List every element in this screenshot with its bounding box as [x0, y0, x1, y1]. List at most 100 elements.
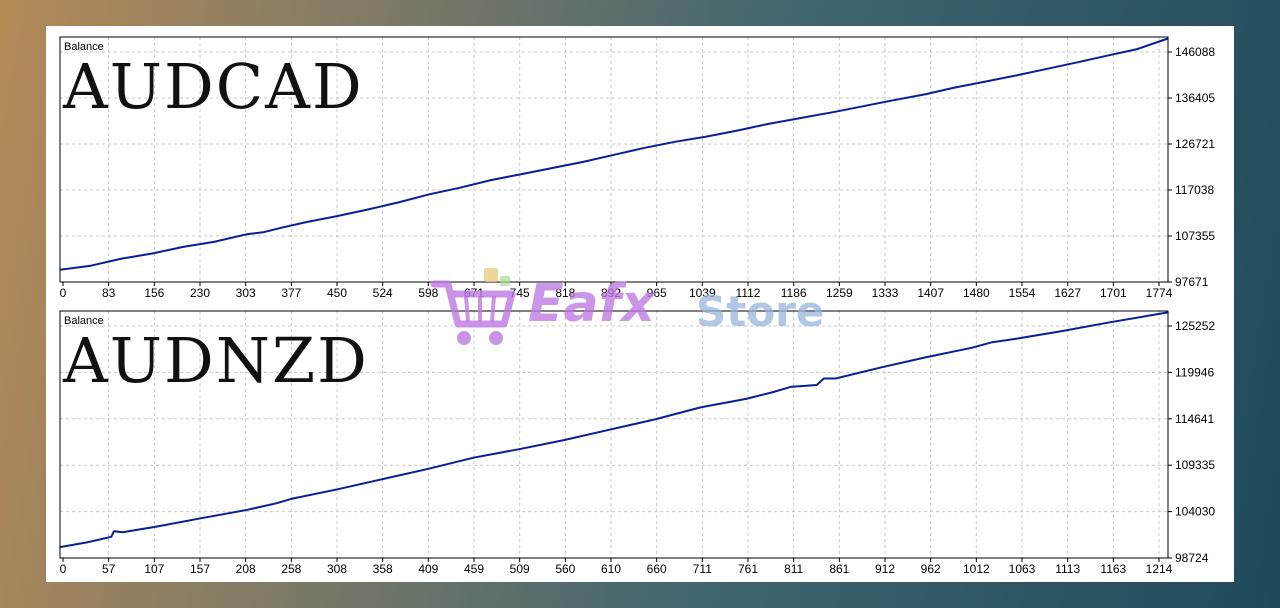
x-tick-label: 459 — [464, 562, 484, 576]
x-tick-label: 965 — [647, 286, 667, 300]
data-point — [767, 123, 769, 125]
y-tick-label: 126721 — [1175, 137, 1215, 151]
x-tick-label: 861 — [829, 562, 849, 576]
data-point — [280, 226, 283, 229]
data-point — [336, 488, 339, 491]
x-tick-label: 1186 — [781, 286, 807, 300]
x-tick-label: 230 — [190, 286, 210, 300]
data-point — [582, 161, 584, 163]
x-tick-label: 450 — [327, 286, 347, 300]
x-tick-label: 358 — [373, 562, 393, 576]
x-tick-label: 811 — [784, 562, 803, 576]
x-tick-label: 1701 — [1100, 286, 1127, 300]
data-point — [951, 87, 954, 89]
data-point — [770, 391, 773, 394]
x-tick-label: 610 — [601, 562, 621, 576]
data-point — [336, 215, 338, 217]
data-point — [246, 509, 249, 511]
x-tick-label: 1112 — [736, 286, 761, 300]
data-point — [1106, 54, 1108, 57]
data-point — [880, 366, 883, 369]
x-tick-label: 892 — [601, 286, 621, 300]
data-point — [1167, 37, 1169, 40]
x-tick-label: 57 — [102, 562, 116, 576]
x-tick-label: 912 — [875, 562, 895, 576]
data-point — [563, 439, 566, 441]
data-point — [275, 502, 277, 505]
data-point — [381, 478, 384, 480]
data-point — [1044, 68, 1046, 71]
data-point — [859, 106, 861, 108]
data-point — [834, 111, 836, 113]
pair-title: AUDCAD — [62, 50, 364, 123]
data-point — [520, 173, 523, 175]
x-tick-label: 509 — [510, 562, 530, 576]
x-tick-label: 1407 — [917, 286, 944, 300]
y-tick-label: 146088 — [1175, 45, 1215, 59]
x-tick-label: 156 — [144, 286, 164, 300]
data-point — [736, 129, 738, 132]
y-tick-label: 136405 — [1175, 91, 1215, 105]
data-point — [925, 93, 927, 95]
x-tick-label: 377 — [281, 286, 301, 300]
data-point — [797, 117, 800, 120]
audnzd-balance-chart: 0 57 107 157 208 258 308 358 409 459 509 560 610 660 7… — [59, 310, 1215, 576]
data-point — [925, 356, 928, 358]
y-tick-label: 125252 — [1175, 319, 1215, 333]
x-tick-label: 1113 — [1055, 562, 1080, 576]
x-tick-label: 1259 — [826, 286, 853, 300]
x-tick-label: 258 — [281, 562, 301, 576]
x-tick-label: 107 — [144, 562, 164, 576]
data-point — [653, 418, 656, 421]
data-point — [262, 231, 264, 234]
data-point — [705, 135, 708, 138]
data-point — [200, 517, 203, 519]
data-point — [110, 536, 113, 538]
x-tick-label: 409 — [418, 562, 438, 576]
data-point — [970, 347, 973, 349]
data-point — [245, 233, 248, 236]
data-point — [1074, 61, 1077, 64]
data-point — [823, 377, 825, 380]
data-point — [490, 179, 492, 181]
data-point — [1167, 311, 1169, 314]
data-point — [613, 154, 615, 156]
x-tick-label: 0 — [60, 562, 67, 576]
x-tick-label: 157 — [190, 562, 210, 576]
x-tick-label: 1554 — [1009, 286, 1036, 300]
data-point — [120, 257, 123, 260]
x-tick-label: 962 — [921, 562, 941, 576]
data-point — [699, 406, 702, 409]
x-tick-label: 1012 — [963, 562, 990, 576]
data-point — [113, 530, 115, 532]
y-tick-label: 104030 — [1175, 505, 1215, 519]
y-tick-label: 119946 — [1175, 365, 1214, 379]
x-tick-label: 1214 — [1146, 562, 1173, 576]
data-point — [1016, 337, 1019, 340]
data-point — [551, 167, 554, 169]
x-tick-label: 671 — [464, 286, 484, 300]
x-tick-label: 598 — [418, 286, 438, 300]
y-tick-label: 109335 — [1175, 458, 1215, 472]
y-tick-label: 98724 — [1175, 551, 1209, 565]
audcad-balance-chart: 0 83 156 230 303 377 450 524 598 671 745 818 892 965 1… — [59, 36, 1215, 300]
x-tick-label: 660 — [647, 562, 667, 576]
data-point — [367, 208, 369, 211]
data-point — [815, 384, 818, 386]
data-point — [1015, 74, 1018, 77]
data-point — [90, 264, 92, 267]
data-point — [428, 193, 431, 196]
data-point — [459, 186, 461, 189]
data-point — [305, 221, 308, 223]
pair-title: AUDNZD — [62, 324, 369, 397]
data-point — [834, 377, 837, 380]
data-point — [890, 99, 892, 102]
x-tick-label: 524 — [373, 286, 393, 300]
data-point — [517, 448, 520, 451]
x-tick-label: 1774 — [1146, 286, 1173, 300]
data-point — [427, 468, 430, 470]
x-tick-label: 560 — [555, 562, 575, 576]
data-point — [122, 531, 124, 533]
x-tick-label: 818 — [555, 286, 575, 300]
y-tick-label: 107355 — [1175, 229, 1215, 243]
